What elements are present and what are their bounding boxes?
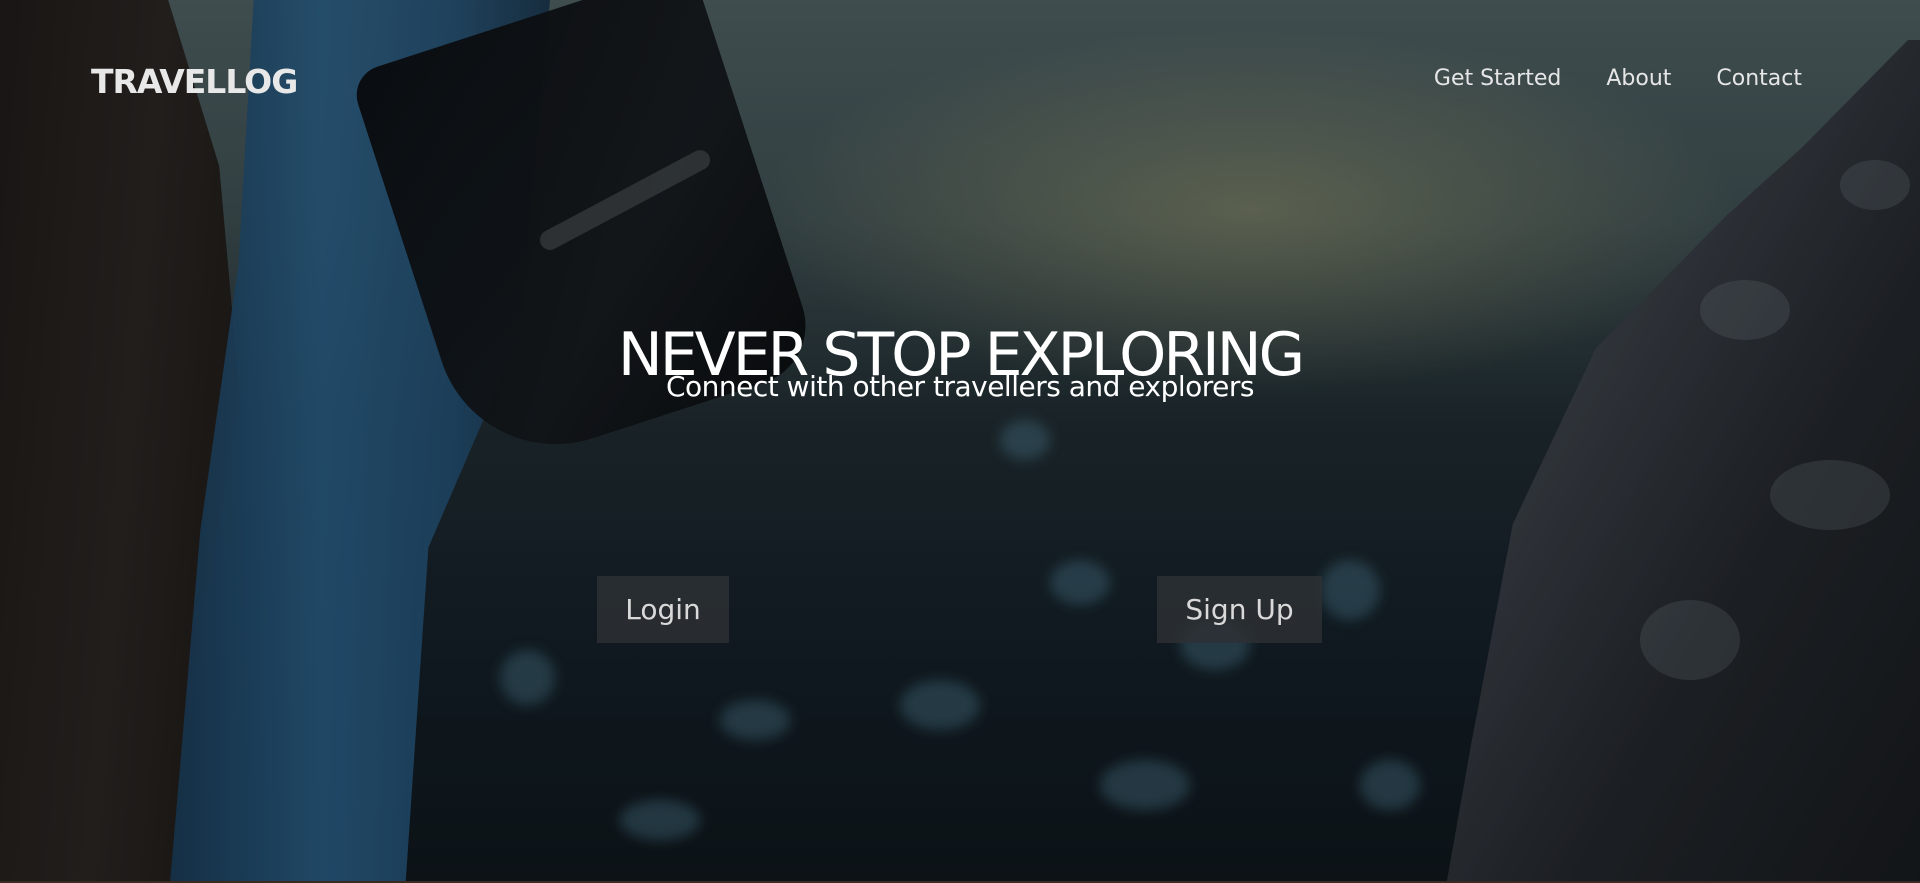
hero-subtitle: Connect with other travellers and explor… bbox=[666, 370, 1255, 403]
top-navigation: TRAVELLOG Get Started About Contact bbox=[0, 0, 1920, 160]
signup-button[interactable]: Sign Up bbox=[1157, 576, 1322, 643]
login-button[interactable]: Login bbox=[597, 576, 729, 643]
logo[interactable]: TRAVELLOG bbox=[91, 62, 298, 101]
nav-link-about[interactable]: About bbox=[1606, 66, 1671, 91]
nav-links: Get Started About Contact bbox=[1434, 66, 1802, 91]
nav-link-get-started[interactable]: Get Started bbox=[1434, 66, 1561, 91]
nav-link-contact[interactable]: Contact bbox=[1716, 66, 1802, 91]
